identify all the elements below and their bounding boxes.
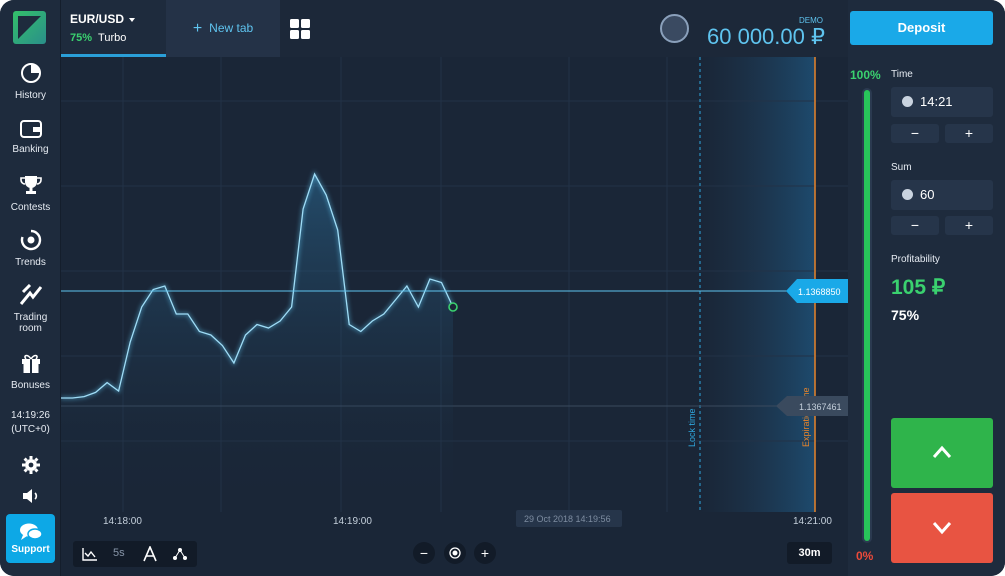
trading-room-icon [19, 284, 42, 305]
support-label: Support [11, 544, 50, 555]
sentiment-bottom-label: 0% [856, 549, 874, 563]
zoom-in-button[interactable]: + [474, 542, 496, 564]
sidebar-item-label: Contests [10, 202, 51, 213]
sum-decrease-button[interactable]: − [891, 216, 939, 235]
time-value: 14:21 [920, 94, 953, 109]
sidebar-item-label-line2: room [19, 323, 42, 334]
time-label: 14:18:00 [103, 516, 142, 527]
asset-name: EUR/USD [70, 12, 125, 26]
current-price-point [448, 302, 458, 312]
time-label: 14:21:00 [793, 516, 832, 527]
asset-selector[interactable]: EUR/USD [70, 12, 136, 26]
sidebar-item-trading-room[interactable]: Trading room [0, 284, 61, 334]
app-window: History Banking Contests Trends Trading … [0, 0, 1005, 576]
settings-icon[interactable] [21, 455, 41, 475]
target-icon [449, 547, 461, 559]
chevron-down-icon [129, 17, 136, 22]
current-price-value: 1.1368850 [798, 287, 841, 297]
chat-icon [19, 523, 43, 540]
plus-icon: + [192, 20, 203, 37]
sidebar-item-label: Trading [13, 312, 48, 323]
clock-icon [902, 96, 913, 107]
profitability-label: Profitability [891, 254, 940, 265]
support-button[interactable]: Support [6, 514, 55, 563]
time-field[interactable]: 14:21 [891, 87, 993, 117]
sum-value: 60 [920, 187, 935, 202]
sentiment-top-label: 100% [850, 68, 881, 82]
chart-area[interactable]: Lock time Expiration time 1.1368850 1.13… [61, 57, 848, 576]
minus-icon: − [910, 125, 920, 141]
price-area [61, 174, 453, 512]
time-decrease-button[interactable]: − [891, 124, 939, 143]
new-tab-button[interactable]: + New tab [166, 0, 280, 57]
sidebar-item-label: Bonuses [11, 380, 50, 391]
ruble-icon [902, 189, 913, 200]
trends-icon [20, 229, 41, 251]
asset-type: Turbo [98, 32, 127, 44]
sidebar-item-label: Trends [15, 257, 46, 268]
asset-percent: 75% [70, 32, 93, 44]
layout-grid-icon[interactable] [290, 19, 310, 39]
time-label: Time [891, 69, 913, 80]
sum-field[interactable]: 60 [891, 180, 993, 210]
sidebar-item-label: Banking [12, 144, 49, 155]
clock-timezone: (UTC+0) [11, 424, 50, 435]
trade-panel: Deposit 100% 0% Time 14:21 − + Sum 60 − … [848, 0, 1005, 576]
profit-percent: 75% [891, 307, 920, 323]
asset-info: 75% Turbo [70, 32, 126, 44]
zoom-out-button[interactable]: − [413, 542, 435, 564]
call-button[interactable] [891, 418, 993, 488]
sum-increase-button[interactable]: + [945, 216, 993, 235]
minus-icon: − [419, 545, 429, 561]
sidebar-item-contests[interactable]: Contests [0, 174, 61, 213]
time-increase-button[interactable]: + [945, 124, 993, 143]
sidebar: History Banking Contests Trends Trading … [0, 0, 61, 576]
strike-price-value: 1.1367461 [799, 402, 842, 412]
deposit-button[interactable]: Deposit [850, 11, 993, 45]
header: EUR/USD 75% Turbo + New tab DEMO 60 000.00… [61, 0, 848, 57]
chart-type-icon[interactable] [82, 547, 98, 561]
sidebar-item-banking[interactable]: Banking [0, 120, 61, 155]
avatar[interactable] [660, 14, 689, 43]
minus-icon: − [910, 217, 920, 233]
arrow-down-icon [932, 522, 952, 535]
clock-time: 14:19:26 [11, 410, 50, 421]
arrow-up-icon [932, 445, 952, 458]
sound-icon[interactable] [21, 486, 41, 506]
lock-time-label: Lock time [687, 408, 697, 447]
sidebar-item-bonuses[interactable]: Bonuses [0, 352, 61, 391]
sidebar-item-label: History [14, 90, 47, 101]
clock: 14:19:26 (UTC+0) [0, 409, 61, 437]
chart-tools: 5s [73, 541, 197, 567]
chart-period-button[interactable]: 30m [787, 542, 832, 564]
put-button[interactable] [891, 493, 993, 563]
tab-asset[interactable]: EUR/USD 75% Turbo [61, 0, 166, 57]
sidebar-item-trends[interactable]: Trends [0, 229, 61, 268]
balance[interactable]: 60 000.00 ₽ [707, 24, 825, 50]
timeframe-button[interactable]: 5s [113, 547, 125, 559]
sentiment-bar-fill [864, 90, 870, 541]
logo[interactable] [13, 11, 46, 44]
gift-icon [21, 354, 40, 373]
sidebar-item-history[interactable]: History [0, 62, 61, 101]
sentiment-bar [862, 88, 872, 543]
indicators-icon[interactable] [172, 547, 188, 561]
hover-date: 29 Oct 2018 14:19:56 [524, 514, 611, 524]
price-chart[interactable]: Lock time Expiration time 1.1368850 1.13… [61, 57, 848, 576]
plus-icon: + [964, 217, 974, 233]
trophy-icon [19, 176, 42, 194]
wallet-icon [19, 120, 42, 138]
plus-icon: + [480, 545, 490, 561]
plus-icon: + [964, 125, 974, 141]
center-chart-button[interactable] [444, 542, 466, 564]
sum-label: Sum [891, 162, 912, 173]
drawing-tool-icon[interactable] [142, 546, 158, 562]
new-tab-label: New tab [209, 21, 254, 35]
time-label: 14:19:00 [333, 516, 372, 527]
profit-value: 105 ₽ [891, 276, 946, 299]
history-icon [20, 63, 41, 83]
